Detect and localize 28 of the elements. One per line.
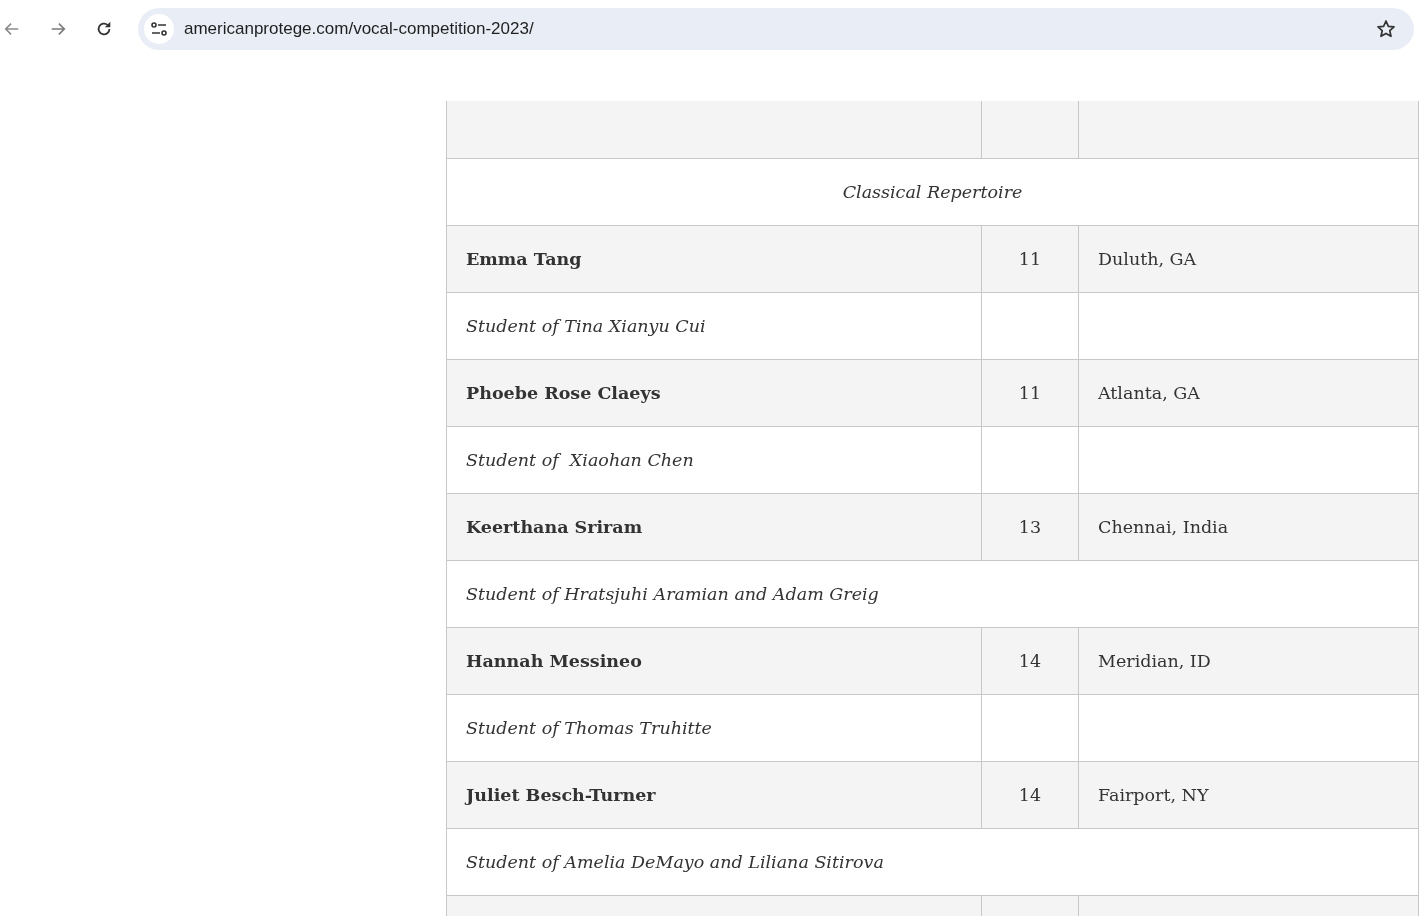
table-cell: Emma Tang: [446, 225, 982, 292]
url-text: americanprotege.com/vocal-competition-2023/: [184, 19, 535, 39]
table-cell: 14: [981, 627, 1079, 694]
table-cell: 11: [981, 225, 1079, 292]
table-cell: Phoebe Rose Claeys: [446, 359, 982, 426]
table-cell: Keerthana Sriram: [446, 493, 982, 560]
table-cell: Student of Hratsjuhi Aramian and Adam Greig: [446, 560, 1419, 627]
table-cell: 13: [981, 493, 1079, 560]
table-cell: Student of Xiaohan Chen: [446, 426, 982, 493]
forward-arrow-icon[interactable]: [49, 20, 67, 38]
table-cell: Fairport, NY: [1078, 761, 1419, 828]
table-cell: 14: [981, 761, 1079, 828]
table-cell: Juliet Besch-Turner: [446, 761, 982, 828]
table-cell: Meridian, ID: [1078, 627, 1419, 694]
reload-icon[interactable]: [95, 20, 113, 38]
table-cell: Atlanta, GA: [1078, 359, 1419, 426]
address-bar[interactable]: americanprotege.com/vocal-competition-2023/: [138, 8, 1414, 50]
back-arrow-icon[interactable]: [3, 20, 21, 38]
site-settings-icon[interactable]: [144, 14, 174, 44]
table-cell: Student of Amelia DeMayo and Liliana Sitirova: [446, 828, 1419, 895]
table-cell: Student of Tina Xianyu Cui: [446, 292, 982, 359]
table-cell: Hannah Messineo: [446, 627, 982, 694]
table-cell: Chennai, India: [1078, 493, 1419, 560]
table-cell: 11: [981, 359, 1079, 426]
bookmark-star-icon[interactable]: [1376, 19, 1396, 39]
table-cell: Classical Repertoire: [446, 158, 1419, 225]
table-cell: Student of Thomas Truhitte: [446, 694, 982, 761]
table-cell: Duluth, GA: [1078, 225, 1419, 292]
